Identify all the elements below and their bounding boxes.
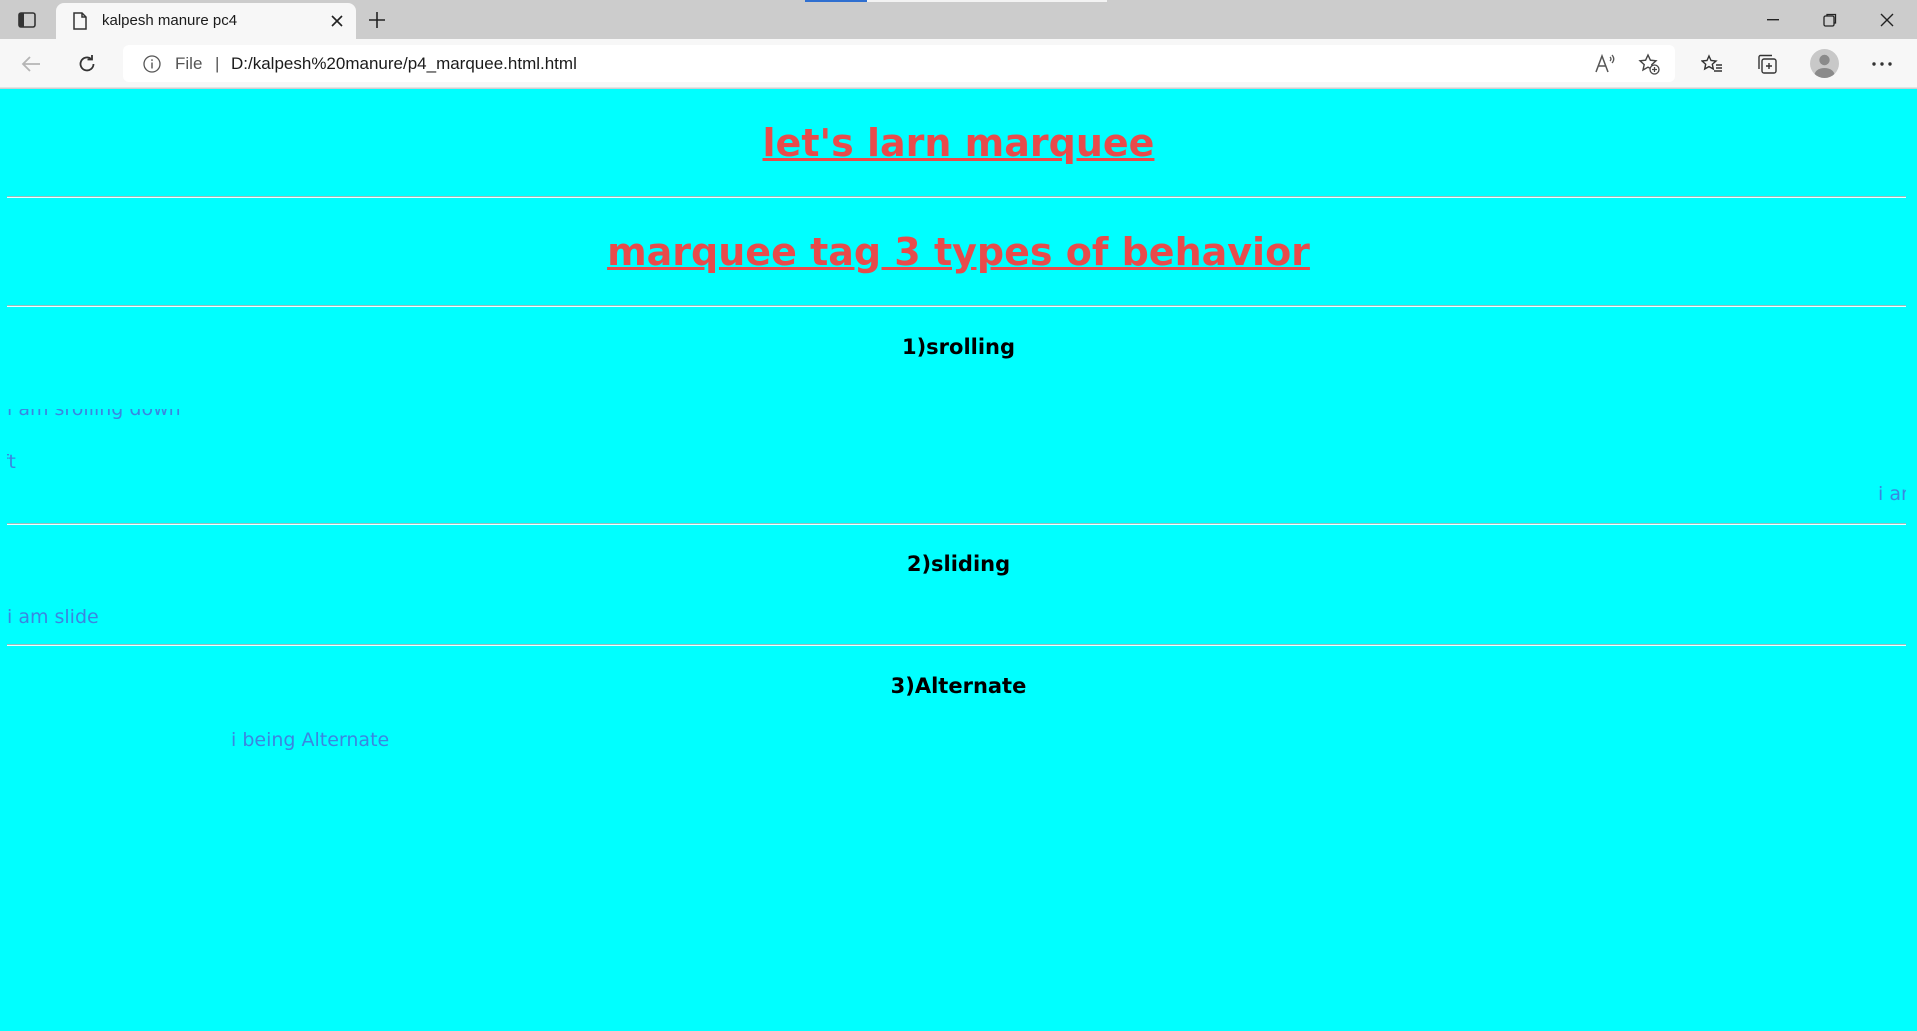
- restore-button[interactable]: [1802, 0, 1858, 39]
- window-top-accent: [805, 0, 867, 2]
- address-bar[interactable]: File | D:/kalpesh%20manure/p4_marquee.ht…: [123, 45, 1675, 82]
- web-page: let's larn marquee marquee tag 3 types o…: [0, 89, 1917, 1031]
- section-title-sliding: 2)sliding: [906, 552, 1011, 576]
- profile-avatar[interactable]: [1810, 49, 1839, 78]
- favorites-icon[interactable]: [1696, 48, 1728, 80]
- add-favorite-icon[interactable]: [1637, 52, 1661, 76]
- url-text[interactable]: D:/kalpesh%20manure/p4_marquee.html.html: [231, 45, 577, 82]
- marquee-scroll-down: i am srolling down: [7, 409, 407, 429]
- tab-title: kalpesh manure pc4: [102, 12, 238, 29]
- page-subheading: marquee tag 3 types of behavior: [607, 230, 1310, 274]
- back-button[interactable]: [15, 48, 47, 80]
- address-separator: |: [215, 54, 220, 73]
- marquee-scroll-left: ft: [7, 449, 407, 477]
- browser-tab[interactable]: kalpesh manure pc4: [56, 3, 356, 39]
- refresh-button[interactable]: [71, 48, 103, 80]
- more-menu-icon[interactable]: [1866, 48, 1898, 80]
- close-tab-icon[interactable]: [328, 12, 346, 30]
- read-aloud-icon[interactable]: [1593, 52, 1617, 76]
- close-window-button[interactable]: [1859, 0, 1915, 39]
- marquee-text: i am srolling down: [7, 409, 181, 420]
- title-bar: kalpesh manure pc4: [0, 0, 1917, 39]
- address-scheme: File: [175, 54, 203, 73]
- section-title-scrolling: 1)srolling: [901, 335, 1016, 359]
- marquee-text: i am: [1878, 483, 1906, 505]
- new-tab-button[interactable]: [364, 8, 390, 32]
- divider: [7, 523, 1906, 525]
- minimize-button[interactable]: [1745, 0, 1801, 39]
- collections-icon[interactable]: [1751, 48, 1783, 80]
- marquee-scroll-right: i am: [1500, 481, 1906, 509]
- marquee-slide: i am slide: [7, 606, 99, 628]
- tab-actions-icon[interactable]: [14, 8, 40, 32]
- section-title-alternate: 3)Alternate: [890, 674, 1027, 698]
- page-icon: [72, 12, 88, 30]
- browser-toolbar: File | D:/kalpesh%20manure/p4_marquee.ht…: [0, 39, 1917, 88]
- page-heading: let's larn marquee: [762, 121, 1155, 165]
- marquee-text: ft: [7, 451, 16, 473]
- divider: [7, 305, 1906, 307]
- info-icon[interactable]: [143, 55, 161, 73]
- marquee-alternate: i being Alternate: [231, 729, 390, 751]
- divider: [7, 644, 1906, 646]
- divider: [7, 196, 1906, 198]
